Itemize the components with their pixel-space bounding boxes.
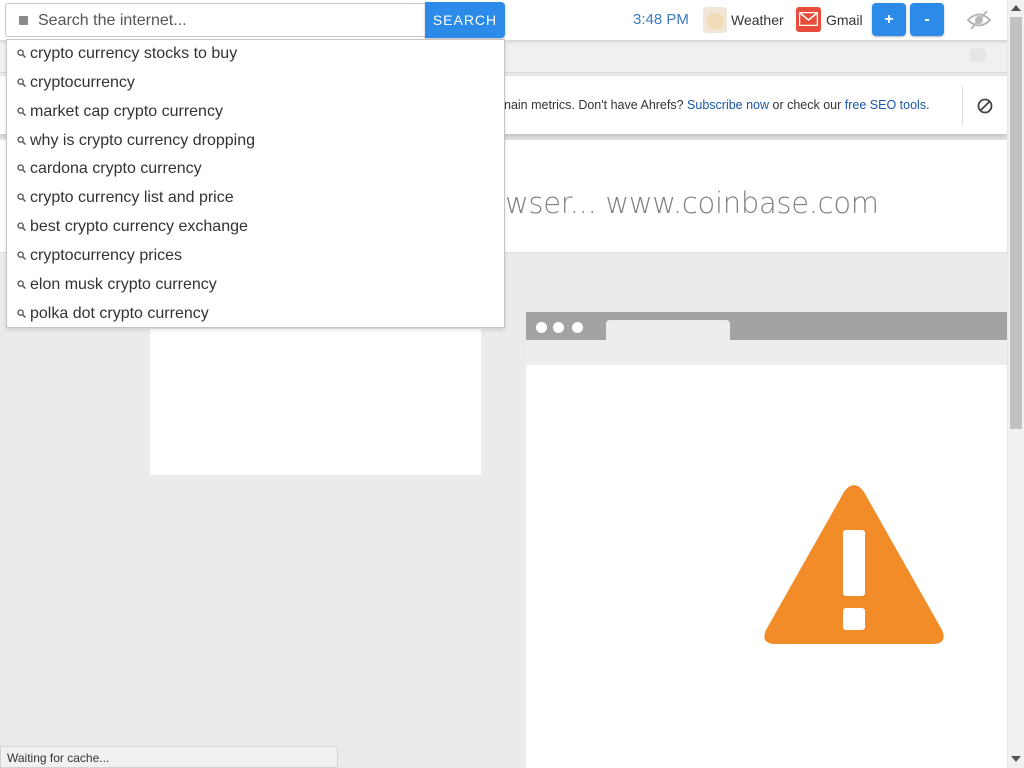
comment-icon[interactable] [970, 48, 986, 62]
search-icon [19, 16, 28, 25]
search-input[interactable] [36, 8, 420, 34]
search-icon [17, 78, 26, 87]
suggestion-text: cryptocurrency prices [30, 247, 183, 264]
search-icon [17, 49, 26, 58]
suggestion-item[interactable]: cryptocurrency prices [7, 242, 504, 271]
status-text: Waiting for cache... [7, 751, 110, 765]
browser-dot [536, 322, 547, 333]
suggestion-item[interactable]: cardona crypto currency [7, 155, 504, 184]
search-suggestions: crypto currency stocks to buy cryptocurr… [6, 39, 505, 328]
suggestion-text: cryptocurrency [30, 74, 135, 91]
search-icon [17, 251, 26, 260]
top-toolbar: SEARCH 3:48 PM Weather Gmail + - [0, 0, 1007, 41]
banner-divider [962, 86, 963, 126]
banner-text-start: nain metrics. Don't have Ahrefs? [504, 98, 688, 112]
search-icon [17, 222, 26, 231]
weather-label: Weather [731, 12, 784, 28]
browser-illustration-tab [606, 320, 730, 340]
page-headline: wser... www.coinbase.com [505, 186, 879, 220]
search-box[interactable] [5, 3, 425, 37]
scroll-up-arrow-icon[interactable] [1011, 5, 1021, 11]
suggestion-text: crypto currency list and price [30, 189, 234, 206]
search-icon [17, 164, 26, 173]
banner-text-end: . [926, 98, 930, 112]
suggestion-text: why is crypto currency dropping [30, 132, 255, 149]
gmail-icon [796, 7, 821, 32]
clock: 3:48 PM [633, 11, 689, 28]
suggestion-item[interactable]: elon musk crypto currency [7, 271, 504, 300]
content-panel [150, 329, 481, 475]
scroll-down-arrow-icon[interactable] [1011, 756, 1021, 762]
suggestion-item[interactable]: polka dot crypto currency [7, 300, 504, 329]
suggestion-text: cardona crypto currency [30, 160, 202, 177]
banner-text-middle: or check our [769, 98, 845, 112]
browser-dot [572, 322, 583, 333]
suggestion-text: polka dot crypto currency [30, 305, 209, 322]
suggestion-text: elon musk crypto currency [30, 276, 217, 293]
status-bar: Waiting for cache... [0, 746, 338, 768]
search-icon [17, 107, 26, 116]
banner-text: nain metrics. Don't have Ahrefs? Subscri… [504, 98, 930, 112]
search-icon [17, 136, 26, 145]
suggestion-item[interactable]: best crypto currency exchange [7, 213, 504, 242]
suggestion-text: best crypto currency exchange [30, 218, 248, 235]
search-icon [17, 309, 26, 318]
seo-tools-link[interactable]: free SEO tools [845, 98, 926, 112]
gmail-label: Gmail [826, 12, 863, 28]
eye-slash-icon[interactable] [966, 9, 992, 31]
search-button[interactable]: SEARCH [425, 2, 505, 38]
block-icon[interactable] [976, 97, 994, 115]
suggestion-item[interactable]: market cap crypto currency [7, 98, 504, 127]
scrollbar-thumb[interactable] [1010, 17, 1022, 429]
search-icon [17, 280, 26, 289]
suggestion-item[interactable]: crypto currency stocks to buy [7, 40, 504, 69]
suggestion-text: crypto currency stocks to buy [30, 45, 238, 62]
suggestion-item[interactable]: why is crypto currency dropping [7, 127, 504, 156]
browser-illustration-bar [526, 340, 1007, 365]
suggestion-text: market cap crypto currency [30, 103, 223, 120]
suggestion-item[interactable]: cryptocurrency [7, 69, 504, 98]
search-icon [17, 193, 26, 202]
suggestion-item[interactable]: crypto currency list and price [7, 184, 504, 213]
warning-icon [764, 485, 944, 644]
browser-dot [553, 322, 564, 333]
subscribe-link[interactable]: Subscribe now [687, 98, 769, 112]
browser-illustration-header [526, 312, 1007, 340]
weather-icon [703, 7, 727, 33]
zoom-in-button[interactable]: + [872, 3, 906, 36]
zoom-out-button[interactable]: - [910, 3, 944, 36]
